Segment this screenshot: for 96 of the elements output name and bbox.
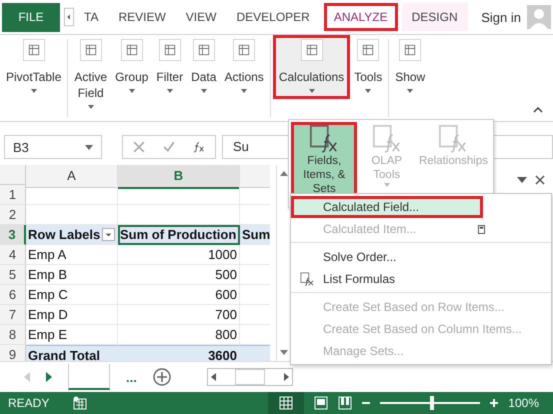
scroll-up-icon[interactable] xyxy=(280,171,288,176)
table-icon xyxy=(300,39,322,61)
menu-item[interactable]: Solve Order... xyxy=(291,246,551,268)
scroll-left-icon[interactable] xyxy=(64,6,74,28)
ribbon-button[interactable]: Tools xyxy=(350,35,386,97)
table-icon xyxy=(22,39,45,61)
row-header[interactable]: 9 xyxy=(0,345,26,361)
table-cell: Emp B xyxy=(26,265,118,285)
ribbon-button[interactable]: Calculations xyxy=(272,35,350,99)
zoom-in-icon[interactable] xyxy=(490,399,498,407)
caret-icon xyxy=(384,183,390,187)
caret-icon xyxy=(30,89,37,93)
small-square-icon xyxy=(478,224,485,234)
table-icon xyxy=(399,39,422,61)
zoom-level[interactable]: 100% xyxy=(508,396,539,410)
next-sheet-icon[interactable] xyxy=(46,372,52,382)
table-icon xyxy=(80,39,102,61)
slider-thumb[interactable] xyxy=(430,396,434,410)
formula-icon xyxy=(438,124,468,154)
ribbon-tab[interactable]: VIEW xyxy=(176,3,226,31)
menu-item[interactable]: Calculated Field... xyxy=(291,196,483,218)
normal-view-button[interactable] xyxy=(268,392,304,414)
status-text: READY xyxy=(8,396,50,410)
table-cell: Sum xyxy=(240,225,270,245)
table-cell: Sum of Production xyxy=(118,225,240,245)
caret-icon xyxy=(88,105,94,109)
caret-icon xyxy=(241,89,248,93)
table-cell-text: Row Labels xyxy=(28,226,100,244)
table-cell: Emp A xyxy=(26,245,118,265)
caret-icon xyxy=(308,89,314,93)
column-header[interactable]: A xyxy=(26,165,118,188)
collapse-ribbon-icon[interactable] xyxy=(533,107,543,113)
formula-icon xyxy=(300,272,314,286)
scroll-left-icon[interactable] xyxy=(210,373,216,381)
formula-icon xyxy=(372,124,402,154)
caret-icon xyxy=(200,89,207,93)
function-icon[interactable] xyxy=(193,141,205,153)
ribbon-button[interactable]: Active Field xyxy=(70,35,112,113)
row-header[interactable]: 5 xyxy=(0,265,26,285)
grid-icon xyxy=(279,396,294,410)
column-header[interactable]: B xyxy=(118,165,240,189)
horizontal-scrollbar[interactable] xyxy=(206,368,293,386)
table-icon xyxy=(120,39,143,61)
row-header[interactable]: 4 xyxy=(0,245,26,265)
filter-dropdown-icon[interactable] xyxy=(102,228,115,241)
caret-icon xyxy=(365,89,372,93)
row-header[interactable]: 3 xyxy=(0,225,26,245)
ribbon-button[interactable]: PivotTable xyxy=(2,35,66,97)
ribbon-tab[interactable]: DESIGN xyxy=(402,3,468,31)
ribbon-tab[interactable]: FILE xyxy=(2,2,60,32)
row-header[interactable]: 1 xyxy=(0,185,26,205)
dropdown-icon[interactable] xyxy=(517,175,527,185)
more-sheets-button[interactable]: ... xyxy=(126,370,137,384)
table-cell: Emp C xyxy=(26,285,118,305)
caret-icon xyxy=(166,89,173,93)
row-header[interactable]: 7 xyxy=(0,305,26,325)
row-header[interactable]: 2 xyxy=(0,205,26,225)
ribbon-tab[interactable]: DEVELOPER xyxy=(226,3,320,31)
zoom-out-icon[interactable] xyxy=(362,399,370,407)
ribbon-button[interactable]: Actions xyxy=(220,35,268,97)
row-header[interactable]: 8 xyxy=(0,325,26,345)
ribbon-button[interactable]: Data xyxy=(187,35,220,97)
scroll-down-icon[interactable] xyxy=(280,350,288,355)
add-sheet-icon[interactable] xyxy=(152,368,171,386)
scroll-right-icon[interactable] xyxy=(284,373,289,381)
table-icon xyxy=(192,39,215,61)
name-box[interactable]: B3 xyxy=(4,135,102,159)
ribbon-button[interactable]: Show xyxy=(391,35,430,97)
table-cell: 500 xyxy=(118,265,240,285)
menu-item[interactable]: List Formulas xyxy=(291,268,551,293)
sheet-tab[interactable] xyxy=(68,364,110,390)
caret-icon xyxy=(128,89,135,93)
table-cell: 600 xyxy=(118,285,240,305)
ribbon-button[interactable]: Filter xyxy=(152,35,188,97)
scroll-thumb[interactable] xyxy=(234,369,265,385)
ribbon-tab[interactable]: TA xyxy=(74,3,108,31)
caret-icon xyxy=(407,89,414,93)
ribbon-tab[interactable]: REVIEW xyxy=(108,3,176,31)
macro-record-icon[interactable] xyxy=(73,396,88,410)
table-cell: 700 xyxy=(118,305,240,325)
table-cell: Grand Total xyxy=(26,345,118,361)
ribbon-tab[interactable]: ANALYZE xyxy=(324,3,398,31)
sign-in-link[interactable]: Sign in xyxy=(481,10,521,24)
enter-check-icon[interactable] xyxy=(163,141,175,153)
table-cell: Emp D xyxy=(26,305,118,325)
formula-icon xyxy=(309,124,340,154)
table-icon xyxy=(357,39,380,61)
page-break-icon[interactable] xyxy=(338,396,352,410)
table-icon xyxy=(233,39,256,61)
table-icon xyxy=(158,39,181,61)
close-icon[interactable] xyxy=(535,175,545,185)
table-cell: 1000 xyxy=(118,245,240,265)
page-layout-icon[interactable] xyxy=(314,396,328,410)
ribbon-button[interactable]: Group xyxy=(111,35,152,97)
row-header[interactable]: 6 xyxy=(0,285,26,305)
table-cell: 3600 xyxy=(118,345,240,361)
